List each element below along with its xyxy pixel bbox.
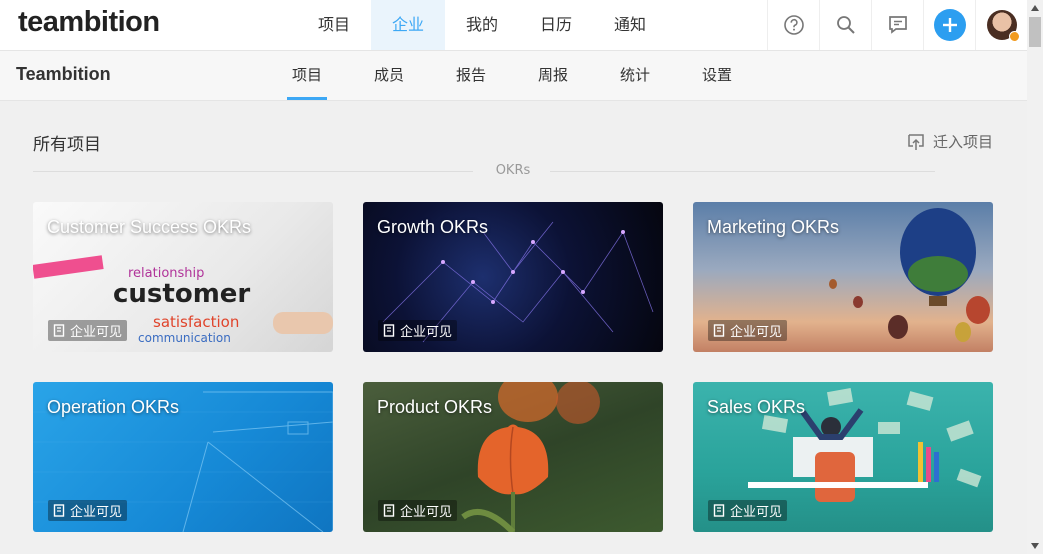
- add-icon: [933, 9, 966, 41]
- status-dot: [1008, 31, 1020, 42]
- scroll-up-button[interactable]: [1027, 0, 1043, 16]
- org-nav: 项目 成员 报告 周报 统计 设置: [287, 51, 779, 100]
- project-card-customer-success[interactable]: customer relationship satisfaction commu…: [33, 202, 333, 352]
- org-bar: Teambition 项目 成员 报告 周报 统计 设置: [0, 51, 1027, 101]
- nav-enterprise[interactable]: 企业: [371, 0, 445, 50]
- help-icon: [783, 15, 804, 35]
- visibility-badge: 企业可见: [708, 320, 788, 341]
- tab-reports[interactable]: 报告: [451, 51, 533, 100]
- svg-text:communication: communication: [138, 331, 231, 345]
- tab-projects[interactable]: 项目: [287, 51, 369, 100]
- svg-text:satisfaction: satisfaction: [153, 313, 239, 331]
- tab-members-label: 成员: [374, 66, 405, 84]
- nav-projects[interactable]: 项目: [297, 0, 371, 50]
- project-card-operation[interactable]: Operation OKRs 企业可见: [33, 382, 333, 532]
- add-button[interactable]: [923, 0, 975, 50]
- top-bar: teambition 项目 企业 我的 日历 通知: [0, 0, 1027, 51]
- card-title: Customer Success OKRs: [47, 217, 252, 237]
- visibility-badge: 企业可见: [378, 500, 458, 521]
- building-icon: [713, 504, 725, 517]
- tab-members[interactable]: 成员: [369, 51, 451, 100]
- visibility-label: 企业可见: [400, 505, 453, 520]
- visibility-badge: 企业可见: [48, 500, 128, 521]
- nav-calendar[interactable]: 日历: [519, 0, 593, 50]
- visibility-badge: 企业可见: [48, 320, 128, 341]
- tab-settings[interactable]: 设置: [697, 51, 779, 100]
- arrow-up-icon: [1031, 5, 1039, 11]
- card-title: Growth OKRs: [377, 217, 489, 237]
- project-card-product[interactable]: Product OKRs 企业可见: [363, 382, 663, 532]
- top-icons: [767, 0, 1027, 50]
- visibility-label: 企业可见: [730, 505, 783, 520]
- divider-right: [550, 171, 935, 172]
- arrow-down-icon: [1031, 543, 1039, 549]
- search-button[interactable]: [819, 0, 871, 50]
- message-icon: [888, 16, 907, 34]
- visibility-badge: 企业可见: [708, 500, 788, 521]
- main-nav: 项目 企业 我的 日历 通知: [297, 0, 667, 50]
- tab-reports-label: 报告: [456, 66, 487, 84]
- building-icon: [383, 324, 395, 337]
- visibility-label: 企业可见: [70, 505, 123, 520]
- divider-left: [33, 171, 473, 172]
- import-icon: [908, 133, 924, 150]
- page-scrollbar[interactable]: [1027, 0, 1043, 554]
- card-title: Product OKRs: [377, 397, 493, 417]
- app-logo[interactable]: teambition: [18, 6, 160, 39]
- card-title: Sales OKRs: [707, 397, 806, 417]
- svg-text:relationship: relationship: [128, 266, 204, 281]
- scroll-down-button[interactable]: [1027, 538, 1043, 554]
- tab-projects-label: 项目: [287, 53, 328, 100]
- visibility-badge: 企业可见: [378, 320, 458, 341]
- tab-stats-label: 统计: [620, 66, 651, 84]
- tab-weekly[interactable]: 周报: [533, 51, 615, 100]
- building-icon: [713, 324, 725, 337]
- card-title: Operation OKRs: [47, 397, 180, 417]
- svg-text:customer: customer: [113, 279, 250, 309]
- building-icon: [383, 504, 395, 517]
- visibility-label: 企业可见: [730, 325, 783, 340]
- project-card-sales[interactable]: Sales OKRs 企业可见: [693, 382, 993, 532]
- help-button[interactable]: [767, 0, 819, 50]
- import-project-button[interactable]: 迁入项目: [907, 131, 993, 152]
- tab-settings-label: 设置: [702, 66, 733, 84]
- visibility-label: 企业可见: [400, 325, 453, 340]
- avatar: [986, 10, 1020, 42]
- tab-weekly-label: 周报: [538, 66, 569, 84]
- group-label: OKRs: [495, 163, 531, 178]
- org-name: Teambition: [16, 64, 111, 84]
- project-card-growth[interactable]: Growth OKRs 企业可见: [363, 202, 663, 352]
- message-button[interactable]: [871, 0, 923, 50]
- nav-notifications[interactable]: 通知: [593, 0, 667, 50]
- search-icon: [836, 16, 855, 34]
- page-title: 所有项目: [33, 135, 101, 155]
- scroll-thumb[interactable]: [1029, 17, 1041, 47]
- building-icon: [53, 504, 65, 517]
- avatar-button[interactable]: [975, 0, 1027, 50]
- building-icon: [53, 324, 65, 337]
- import-project-label: 迁入项目: [932, 133, 993, 151]
- tab-stats[interactable]: 统计: [615, 51, 697, 100]
- nav-mine[interactable]: 我的: [445, 0, 519, 50]
- card-title: Marketing OKRs: [707, 217, 840, 237]
- visibility-label: 企业可见: [70, 325, 123, 340]
- project-card-marketing[interactable]: Marketing OKRs 企业可见: [693, 202, 993, 352]
